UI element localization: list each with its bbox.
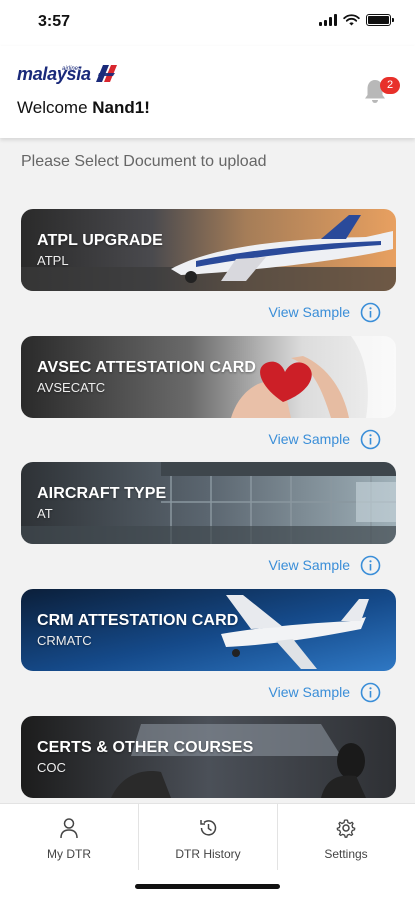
status-icons bbox=[319, 14, 394, 26]
wifi-icon bbox=[343, 14, 360, 26]
history-icon bbox=[200, 820, 217, 836]
card-code: CRMATC bbox=[37, 633, 92, 648]
sample-row: View Sample bbox=[269, 428, 381, 450]
info-icon[interactable] bbox=[360, 682, 381, 703]
card-code: COC bbox=[37, 760, 66, 775]
person-icon bbox=[60, 818, 78, 839]
tab-label: My DTR bbox=[47, 847, 91, 861]
tab-label: Settings bbox=[324, 847, 368, 861]
tab-my-dtr[interactable]: My DTR bbox=[0, 804, 138, 870]
card-title: ATPL UPGRADE bbox=[37, 232, 163, 249]
upload-prompt: Please Select Document to upload bbox=[21, 153, 267, 170]
gear-icon bbox=[336, 819, 356, 838]
tab-dtr-history[interactable]: DTR History bbox=[139, 804, 277, 870]
view-sample-link[interactable]: View Sample bbox=[269, 431, 350, 447]
card-code: ATPL bbox=[37, 253, 69, 268]
info-icon[interactable] bbox=[360, 555, 381, 576]
document-card-atpl[interactable]: ATPL UPGRADE ATPL bbox=[21, 209, 396, 291]
document-card-avsecatc[interactable]: AVSEC ATTESTATION CARD AVSECATC bbox=[21, 336, 396, 418]
document-card-at[interactable]: AIRCRAFT TYPE AT bbox=[21, 462, 396, 544]
info-icon[interactable] bbox=[360, 429, 381, 450]
sample-row: View Sample bbox=[269, 554, 381, 576]
cockpit-photo bbox=[21, 716, 396, 798]
battery-icon bbox=[366, 14, 394, 26]
tab-settings[interactable]: Settings bbox=[277, 804, 415, 870]
card-title: AIRCRAFT TYPE bbox=[37, 485, 167, 502]
hangar-photo bbox=[21, 462, 396, 544]
card-title: CRM ATTESTATION CARD bbox=[37, 612, 239, 629]
document-card-crmatc[interactable]: CRM ATTESTATION CARD CRMATC bbox=[21, 589, 396, 671]
card-code: AT bbox=[37, 506, 53, 521]
card-title: AVSEC ATTESTATION CARD bbox=[37, 359, 257, 376]
card-title: CERTS & OTHER COURSES bbox=[37, 739, 254, 756]
status-time: 3:57 bbox=[38, 13, 71, 30]
home-indicator bbox=[135, 884, 280, 889]
status-bar: 3:57 bbox=[0, 0, 415, 46]
sample-row: View Sample bbox=[269, 681, 381, 703]
card-code: AVSECATC bbox=[37, 380, 106, 395]
info-icon[interactable] bbox=[360, 302, 381, 323]
small-plane-photo bbox=[21, 589, 396, 671]
notification-badge: 2 bbox=[380, 77, 400, 94]
user-name: Nand1! bbox=[92, 98, 150, 117]
view-sample-link[interactable]: View Sample bbox=[269, 684, 350, 700]
tab-label: DTR History bbox=[175, 847, 241, 861]
view-sample-link[interactable]: View Sample bbox=[269, 557, 350, 573]
signal-icon bbox=[319, 14, 337, 26]
wau-logo-icon bbox=[95, 65, 117, 82]
view-sample-link[interactable]: View Sample bbox=[269, 304, 350, 320]
heart-hands-photo bbox=[21, 336, 396, 418]
app-header: malaysia airlines Welcome Nand1! 2 bbox=[0, 46, 415, 138]
airplane-photo bbox=[21, 209, 396, 291]
welcome-text: Welcome Nand1! bbox=[17, 98, 150, 117]
sample-row: View Sample bbox=[269, 301, 381, 323]
logo-subtitle: airlines bbox=[62, 66, 82, 72]
document-card-coc[interactable]: CERTS & OTHER COURSES COC bbox=[21, 716, 396, 798]
